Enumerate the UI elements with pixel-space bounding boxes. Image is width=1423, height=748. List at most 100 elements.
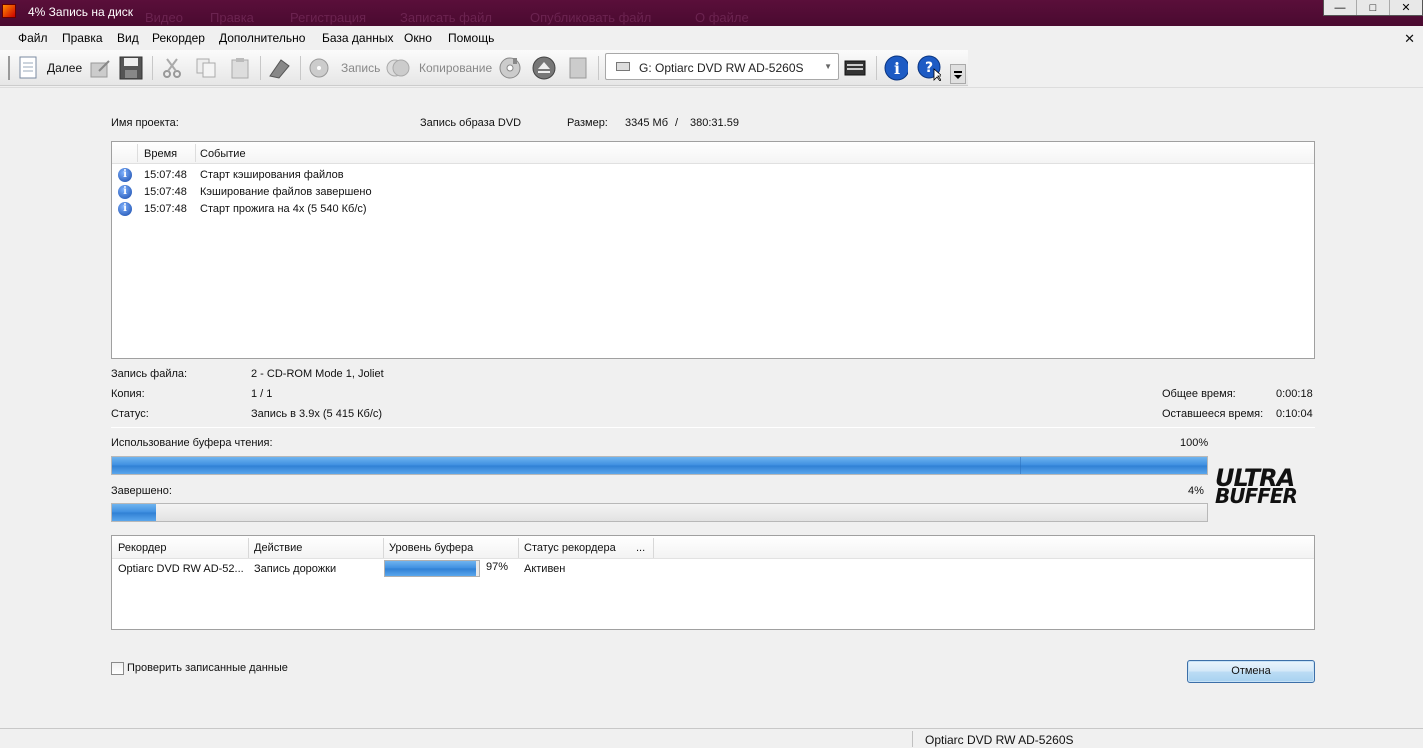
ultra-buffer-logo: ULTRA BUFFER [1215,466,1315,509]
ghost-menu-item: Правка [210,10,254,25]
remaining-time-label: Оставшееся время: [1162,408,1264,420]
log-time: 15:07:48 [144,203,187,215]
close-document-icon[interactable]: ✕ [1404,31,1415,47]
recorder-action: Запись дорожки [254,563,337,575]
erase-icon[interactable] [267,56,291,80]
done-progress-fill [112,504,156,521]
ghost-menu-item: Видео [145,10,183,25]
project-name-value: Запись образа DVD [420,117,522,129]
drive-select-value: G: Optiarc DVD RW AD-5260S [639,61,804,75]
app-icon[interactable] [2,4,16,18]
burn-icon[interactable] [307,56,331,80]
buffer-progress-bar [111,456,1208,475]
divider [111,427,1315,428]
cancel-button[interactable]: Отмена [1187,660,1315,683]
svg-text:?: ? [925,60,933,76]
ghost-menu-item: Регистрация [290,10,366,25]
help-icon[interactable]: ? [917,55,941,81]
menu-recorder[interactable]: Рекордер [152,31,205,45]
menu-bar: Файл Правка Вид Рекордер Дополнительно Б… [0,26,1423,50]
done-percent: 4% [1188,485,1204,497]
col-action[interactable]: Действие [254,542,302,554]
log-time: 15:07:48 [144,186,187,198]
status-value: Запись в 3.9x (5 415 Кб/с) [251,408,383,420]
recorder-buffer-fill [385,561,477,576]
ghost-menu-item: О файле [695,10,749,25]
log-row[interactable]: i 15:07:48 Старт прожига на 4x (5 540 Кб… [112,201,1314,218]
menu-extras[interactable]: Дополнительно [219,31,305,45]
drive-icon [616,62,630,71]
file-value: 2 - CD-ROM Mode 1, Joliet [251,368,384,380]
col-buffer-level[interactable]: Уровень буфера [389,542,473,554]
ghost-menu-item: Опубликовать файл [530,10,652,25]
ultra-buffer-logo-line2: BUFFER [1215,484,1298,508]
recorders-table[interactable]: Рекордер Действие Уровень буфера Статус … [111,535,1315,630]
recorder-buffer-percent: 97% [486,561,509,573]
log-row[interactable]: i 15:07:48 Кэширование файлов завершено [112,184,1314,201]
toolbar-overflow-icon[interactable] [950,64,966,84]
copy-value: 1 / 1 [251,388,273,400]
log-event: Старт прожига на 4x (5 540 Кб/с) [200,203,367,215]
maximize-icon[interactable]: □ [1356,0,1389,15]
info-icon[interactable]: i [884,55,908,81]
menu-file[interactable]: Файл [18,31,48,45]
recorder-buffer-bar [384,560,480,577]
copy-label: Копия: [111,388,145,400]
col-recorder[interactable]: Рекордер [118,542,167,554]
next-button[interactable]: Далее [47,61,82,75]
done-progress-bar [111,503,1208,522]
save-icon[interactable] [119,56,143,80]
recorder-name[interactable]: Optiarc DVD RW AD-52... [118,563,244,575]
log-row[interactable]: i 15:07:48 Старт кэширования файлов [112,167,1314,184]
menu-help[interactable]: Помощь [448,31,494,45]
event-log[interactable]: Время Событие i 15:07:48 Старт кэширован… [111,141,1315,359]
project-name-label: Имя проекта: [111,117,179,129]
cut-icon[interactable] [160,56,184,80]
ghost-menu-item: Записать файл [400,10,492,25]
new-document-icon[interactable] [16,56,40,80]
drive-tray-icon[interactable] [566,56,590,80]
buffer-label: Использование буфера чтения: [111,437,273,449]
col-recorder-status[interactable]: Статус рекордера [524,542,616,554]
burn-button[interactable]: Запись [341,61,380,75]
paste-icon[interactable] [228,56,252,80]
copy-icon[interactable] [194,56,218,80]
buffer-progress-fill [112,457,1207,474]
log-event: Старт кэширования файлов [200,169,344,181]
statusbar-drive: Optiarc DVD RW AD-5260S [925,733,1074,747]
size-separator: / [675,117,679,129]
menu-window[interactable]: Окно [404,31,432,45]
open-icon[interactable] [88,56,112,80]
info-icon: i [118,168,132,182]
menu-view[interactable]: Вид [117,31,139,45]
menu-edit[interactable]: Правка [62,31,103,45]
verify-checkbox[interactable] [111,662,124,675]
log-col-event[interactable]: Событие [200,148,246,160]
close-icon[interactable]: ✕ [1389,0,1422,15]
drive-list-icon[interactable] [843,56,867,80]
window-title: 4% Запись на диск [28,5,133,19]
drive-select[interactable]: G: Optiarc DVD RW AD-5260S ▼ [605,53,839,80]
done-label: Завершено: [111,485,172,497]
duration-value: 380:31.59 [690,117,739,129]
remaining-time-value: 0:10:04 [1276,408,1313,420]
verify-label[interactable]: Проверить записанные данные [127,662,288,674]
menu-database[interactable]: База данных [322,31,393,45]
log-header: Время Событие [112,142,1314,164]
minimize-icon[interactable]: — [1324,0,1356,15]
buffer-percent: 100% [1180,437,1209,449]
status-label: Статус: [111,408,149,420]
log-col-time[interactable]: Время [144,148,177,160]
eject-icon[interactable] [532,56,556,80]
recorders-header: Рекордер Действие Уровень буфера Статус … [112,536,1314,559]
svg-text:i: i [894,59,900,78]
size-label: Размер: [567,117,608,129]
file-label: Запись файла: [111,368,188,380]
col-more[interactable]: ... [636,542,645,554]
chevron-down-icon: ▼ [824,62,832,71]
disc-info-icon[interactable] [498,56,522,80]
window-controls: — □ ✕ [1323,0,1423,16]
copy-disc-button[interactable]: Копирование [419,61,492,75]
copy-disc-icon[interactable] [386,56,410,80]
status-bar: Optiarc DVD RW AD-5260S [0,728,1423,748]
